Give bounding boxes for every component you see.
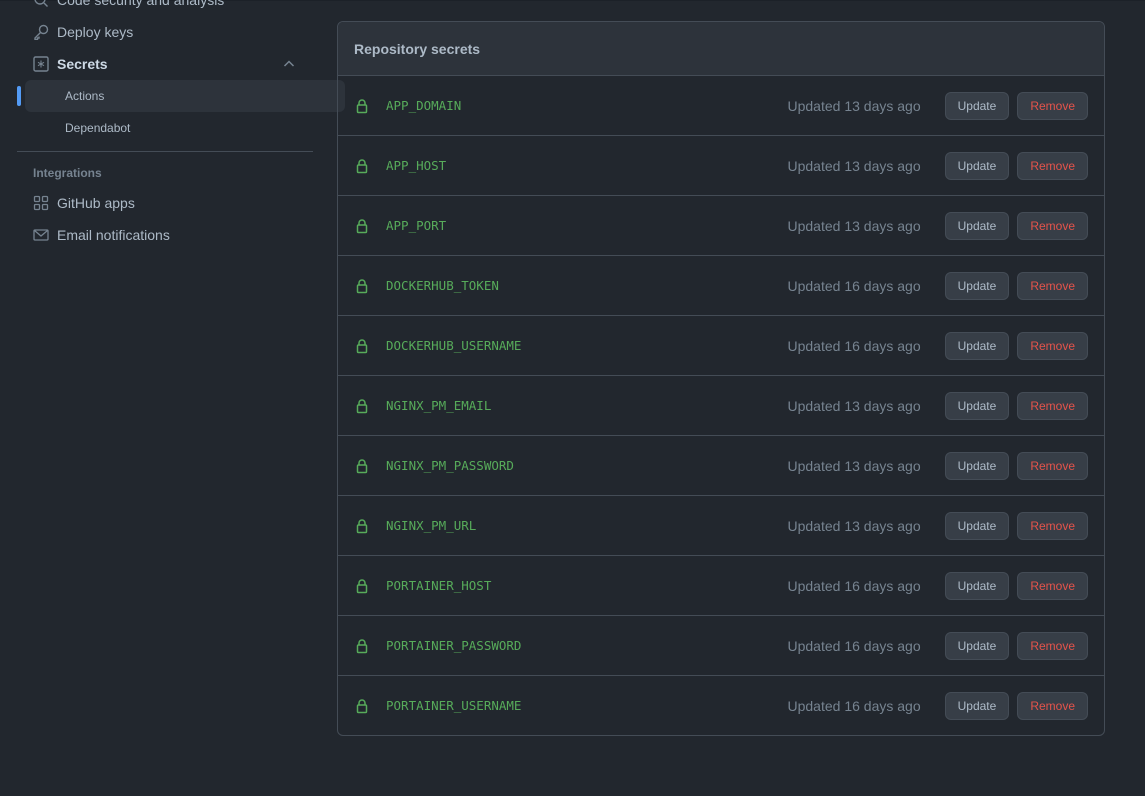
- secret-name: PORTAINER_USERNAME: [386, 698, 522, 713]
- update-button[interactable]: Update: [944, 91, 1010, 120]
- secret-row: NGINX_PM_PASSWORD Updated 13 days ago Upda…: [338, 435, 1104, 495]
- lock-icon: [354, 98, 370, 114]
- sidebar-item-label: Secrets: [57, 56, 108, 72]
- secret-updated: Updated 16 days ago: [787, 577, 921, 594]
- sidebar-item-label: Deploy keys: [57, 24, 134, 40]
- secrets-list: APP_DOMAIN Updated 13 days ago Update Remov…: [338, 76, 1104, 735]
- update-button[interactable]: Update: [944, 571, 1010, 600]
- secret-name: PORTAINER_PASSWORD: [386, 638, 522, 653]
- remove-button[interactable]: Remove: [1017, 271, 1088, 300]
- secret-row: NGINX_PM_EMAIL Updated 13 days ago Update R…: [338, 375, 1104, 435]
- secret-updated: Updated 16 days ago: [787, 637, 921, 654]
- secret-row: DOCKERHUB_TOKEN Updated 16 days ago Update…: [338, 255, 1104, 315]
- chevron-up-icon[interactable]: [281, 56, 297, 75]
- shield-search-icon: [33, 0, 49, 8]
- sidebar-item-deploy-keys[interactable]: Deploy keys: [17, 16, 313, 48]
- sidebar-item-label: GitHub apps: [57, 195, 135, 211]
- update-button[interactable]: Update: [944, 691, 1010, 720]
- sidebar-item-label: Email notifications: [57, 227, 170, 243]
- apps-icon: [33, 195, 49, 211]
- secret-updated: Updated 13 days ago: [787, 457, 921, 474]
- settings-sidebar: Code security and analysis Deploy keys S…: [17, 0, 345, 251]
- secret-updated: Updated 13 days ago: [787, 157, 921, 174]
- integrations-heading: Integrations: [33, 166, 102, 180]
- remove-button[interactable]: Remove: [1017, 511, 1088, 540]
- sidebar-item-code-security[interactable]: Code security and analysis: [17, 0, 313, 16]
- sidebar-item-dependabot[interactable]: Dependabot: [25, 112, 345, 144]
- sidebar-item-email-notifications[interactable]: Email notifications: [17, 219, 313, 251]
- update-button[interactable]: Update: [944, 391, 1010, 420]
- lock-icon: [354, 458, 370, 474]
- sidebar-item-label: Dependabot: [65, 121, 131, 135]
- remove-button[interactable]: Remove: [1017, 631, 1088, 660]
- remove-button[interactable]: Remove: [1017, 211, 1088, 240]
- secret-row: APP_HOST Updated 13 days ago Update Remove: [338, 135, 1104, 195]
- update-button[interactable]: Update: [944, 511, 1010, 540]
- lock-icon: [354, 638, 370, 654]
- divider: [17, 151, 313, 152]
- lock-icon: [354, 698, 370, 714]
- sidebar-item-actions[interactable]: Actions: [17, 80, 345, 112]
- secret-updated: Updated 16 days ago: [787, 337, 921, 354]
- remove-button[interactable]: Remove: [1017, 331, 1088, 360]
- secret-name: APP_PORT: [386, 218, 447, 233]
- remove-button[interactable]: Remove: [1017, 391, 1088, 420]
- update-button[interactable]: Update: [944, 151, 1010, 180]
- update-button[interactable]: Update: [944, 331, 1010, 360]
- secret-row: APP_DOMAIN Updated 13 days ago Update Remov…: [338, 76, 1104, 135]
- update-button[interactable]: Update: [944, 271, 1010, 300]
- update-button[interactable]: Update: [944, 451, 1010, 480]
- secret-name: NGINX_PM_PASSWORD: [386, 458, 514, 473]
- update-button[interactable]: Update: [944, 211, 1010, 240]
- secret-name: NGINX_PM_EMAIL: [386, 398, 492, 413]
- secret-updated: Updated 13 days ago: [787, 397, 921, 414]
- secret-name: NGINX_PM_URL: [386, 518, 477, 533]
- remove-button[interactable]: Remove: [1017, 691, 1088, 720]
- lock-icon: [354, 278, 370, 294]
- sidebar-item-secrets[interactable]: Secrets: [17, 48, 313, 80]
- sidebar-item-label: Code security and analysis: [57, 0, 225, 8]
- remove-button[interactable]: Remove: [1017, 151, 1088, 180]
- secret-updated: Updated 13 days ago: [787, 217, 921, 234]
- secret-updated: Updated 13 days ago: [787, 517, 921, 534]
- remove-button[interactable]: Remove: [1017, 451, 1088, 480]
- secret-row: DOCKERHUB_USERNAME Updated 16 days ago Upd…: [338, 315, 1104, 375]
- repository-secrets-box: Repository secrets APP_DOMAIN Updated 13 …: [337, 21, 1105, 736]
- repository-secrets-title: Repository secrets: [338, 22, 1104, 76]
- secret-name: DOCKERHUB_USERNAME: [386, 338, 522, 353]
- remove-button[interactable]: Remove: [1017, 91, 1088, 120]
- key-icon: [33, 24, 49, 40]
- asterisk-icon: [33, 56, 49, 72]
- secret-row: NGINX_PM_URL Updated 13 days ago Update Rem…: [338, 495, 1104, 555]
- lock-icon: [354, 578, 370, 594]
- lock-icon: [354, 158, 370, 174]
- secret-name: APP_HOST: [386, 158, 447, 173]
- lock-icon: [354, 338, 370, 354]
- remove-button[interactable]: Remove: [1017, 571, 1088, 600]
- lock-icon: [354, 218, 370, 234]
- secret-row: PORTAINER_USERNAME Updated 16 days ago Upd…: [338, 675, 1104, 735]
- sidebar-item-label: Actions: [65, 89, 105, 103]
- secret-updated: Updated 13 days ago: [787, 97, 921, 114]
- secret-updated: Updated 16 days ago: [787, 697, 921, 714]
- sidebar-item-github-apps[interactable]: GitHub apps: [17, 187, 313, 219]
- mail-icon: [33, 227, 49, 243]
- secret-name: PORTAINER_HOST: [386, 578, 492, 593]
- secret-row: PORTAINER_PASSWORD Updated 16 days ago Upd…: [338, 615, 1104, 675]
- secret-updated: Updated 16 days ago: [787, 277, 921, 294]
- secret-name: DOCKERHUB_TOKEN: [386, 278, 499, 293]
- lock-icon: [354, 398, 370, 414]
- update-button[interactable]: Update: [944, 631, 1010, 660]
- secret-name: APP_DOMAIN: [386, 98, 462, 113]
- secret-row: PORTAINER_HOST Updated 16 days ago Update R…: [338, 555, 1104, 615]
- secret-row: APP_PORT Updated 13 days ago Update Remove: [338, 195, 1104, 255]
- lock-icon: [354, 518, 370, 534]
